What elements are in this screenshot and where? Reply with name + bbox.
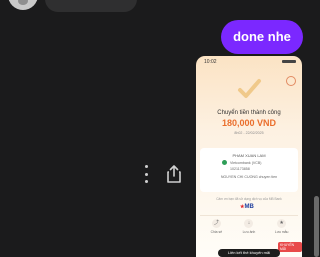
action-label: Lưu ảnh: [242, 230, 256, 234]
receipt-title: Chuyển tiền thành công: [217, 110, 281, 116]
action-save-image[interactable]: ↓ Lưu ảnh: [235, 216, 263, 246]
recipient-account-number: 1021173858: [230, 167, 250, 171]
dot: [144, 172, 148, 176]
success-check-icon: [238, 79, 261, 98]
bank-logo-text: MB: [244, 204, 254, 210]
status-time: 10:02: [204, 59, 217, 65]
scrollbar[interactable]: [314, 196, 319, 257]
download-icon: ↓: [244, 219, 254, 228]
bank-logo: ★MB: [240, 204, 254, 210]
transfer-receipt-image[interactable]: 10:02 Chuyển tiền thành công 180,000 VND…: [196, 56, 302, 257]
promo-button[interactable]: Liên kết thẻ khuyến mãi: [218, 249, 280, 257]
recipient-name: PHAM XUAN LAM: [232, 153, 266, 158]
chat-header-area: [0, 0, 320, 16]
recipient-bank: Vietcombank (VCB): [230, 161, 262, 165]
transfer-message: NGUYEN CHI CUONG chuyen tien: [220, 175, 278, 179]
recipient-card: PHAM XUAN LAM Vietcombank (VCB) 10211738…: [200, 148, 298, 192]
share-icon[interactable]: [166, 165, 182, 183]
avatar-head: [18, 0, 28, 5]
promo-badge: KHUYẾN MÃI: [278, 242, 302, 252]
share-icon: ⤴: [211, 219, 221, 228]
action-share[interactable]: ⤴ Chia sẻ: [202, 216, 230, 246]
dot: [144, 165, 148, 168]
action-label: Chia sẻ: [210, 230, 223, 234]
action-label: Lưu mẫu: [274, 230, 289, 234]
contact-avatar[interactable]: [8, 0, 38, 10]
bank-icon: [222, 160, 227, 165]
receipt-datetime: 8h02 - 22/02/2025: [234, 131, 264, 135]
incoming-message-bubble[interactable]: [45, 0, 137, 12]
thank-you-note: Cảm ơn bạn đã sử dụng dịch vụ của MB Ban…: [216, 197, 282, 201]
status-icons: [282, 60, 296, 63]
more-options-icon[interactable]: [141, 165, 151, 183]
save-template-icon: ★: [277, 219, 287, 228]
home-icon: [286, 76, 296, 86]
dot: [144, 180, 148, 183]
receipt-amount: 180,000 VND: [221, 118, 277, 128]
outgoing-message-bubble[interactable]: done nhe: [221, 20, 303, 54]
